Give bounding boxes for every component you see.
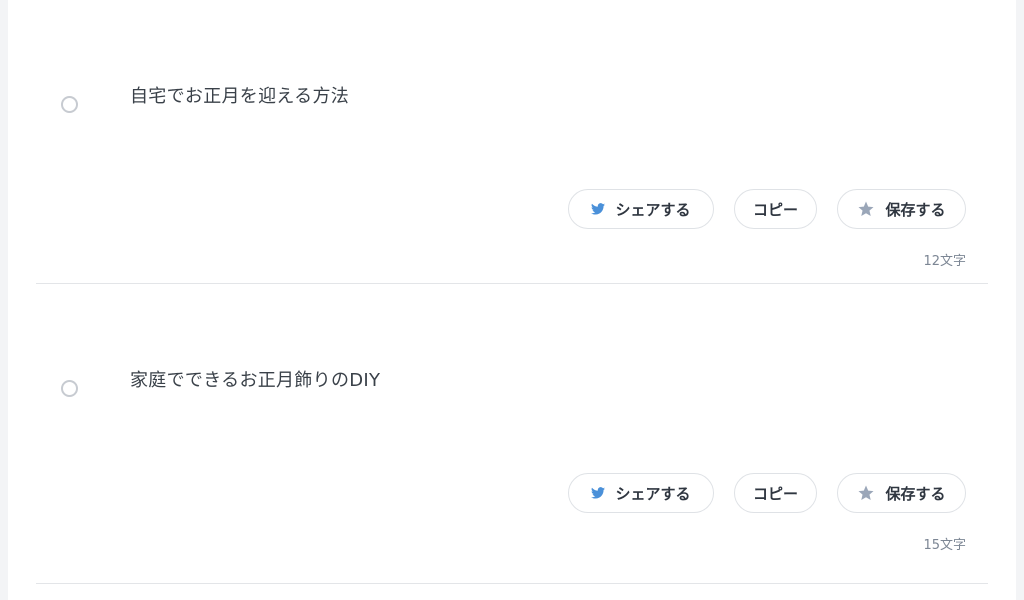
twitter-bird-icon	[591, 487, 606, 499]
select-radio[interactable]	[61, 96, 78, 113]
share-button[interactable]: シェアする	[568, 189, 714, 229]
save-label: 保存する	[885, 200, 946, 219]
copy-button[interactable]: コピー	[734, 473, 817, 513]
copy-label: コピー	[752, 200, 798, 219]
twitter-bird-icon	[591, 203, 606, 215]
title-list: 自宅でお正月を迎える方法 シェアする コピー 保存する 12文字 家庭でできるお…	[36, 0, 988, 584]
char-count: 15文字	[923, 538, 966, 553]
list-item: 自宅でお正月を迎える方法 シェアする コピー 保存する 12文字	[36, 0, 988, 284]
item-title: 自宅でお正月を迎える方法	[130, 86, 350, 107]
share-button[interactable]: シェアする	[568, 473, 714, 513]
select-radio[interactable]	[61, 380, 78, 397]
share-label: シェアする	[615, 484, 691, 503]
save-button[interactable]: 保存する	[837, 473, 966, 513]
char-count: 12文字	[923, 254, 966, 269]
share-label: シェアする	[615, 200, 691, 219]
item-title: 家庭でできるお正月飾りのDIY	[130, 370, 381, 391]
copy-button[interactable]: コピー	[734, 189, 817, 229]
list-item: 家庭でできるお正月飾りのDIY シェアする コピー 保存する 15文字	[36, 284, 988, 584]
copy-label: コピー	[752, 484, 798, 503]
save-label: 保存する	[885, 484, 946, 503]
item-actions: シェアする コピー 保存する	[568, 473, 966, 513]
star-icon	[857, 200, 875, 218]
star-icon	[857, 484, 875, 502]
page-container: 自宅でお正月を迎える方法 シェアする コピー 保存する 12文字 家庭でできるお…	[8, 0, 1016, 600]
save-button[interactable]: 保存する	[837, 189, 966, 229]
item-actions: シェアする コピー 保存する	[568, 189, 966, 229]
